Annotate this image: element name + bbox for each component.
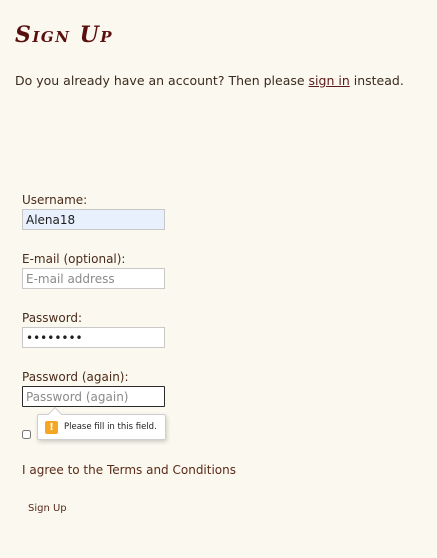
terms-agreement-label[interactable]: I agree to the Terms and Conditions: [22, 463, 236, 477]
validation-tooltip: ! Please fill in this field.: [37, 414, 166, 440]
password-label: Password:: [22, 311, 83, 325]
sign-up-button[interactable]: Sign Up: [22, 501, 73, 516]
terms-checkbox[interactable]: [22, 430, 31, 439]
signin-prompt-prefix: Do you already have an account? Then ple…: [15, 73, 305, 88]
warning-icon: !: [45, 420, 58, 434]
page-title: Sign Up: [15, 22, 114, 48]
password-again-input[interactable]: [22, 386, 165, 407]
username-input[interactable]: [22, 209, 165, 230]
email-input[interactable]: [22, 268, 165, 289]
signin-prompt-suffix: instead.: [353, 73, 404, 88]
password-again-label: Password (again):: [22, 370, 129, 384]
password-input[interactable]: [22, 327, 165, 348]
signin-prompt: Do you already have an account? Then ple…: [15, 73, 404, 88]
email-label: E-mail (optional):: [22, 252, 126, 266]
username-label: Username:: [22, 193, 88, 207]
validation-tooltip-text: Please fill in this field.: [64, 422, 157, 432]
sign-in-link[interactable]: sign in: [309, 73, 350, 88]
